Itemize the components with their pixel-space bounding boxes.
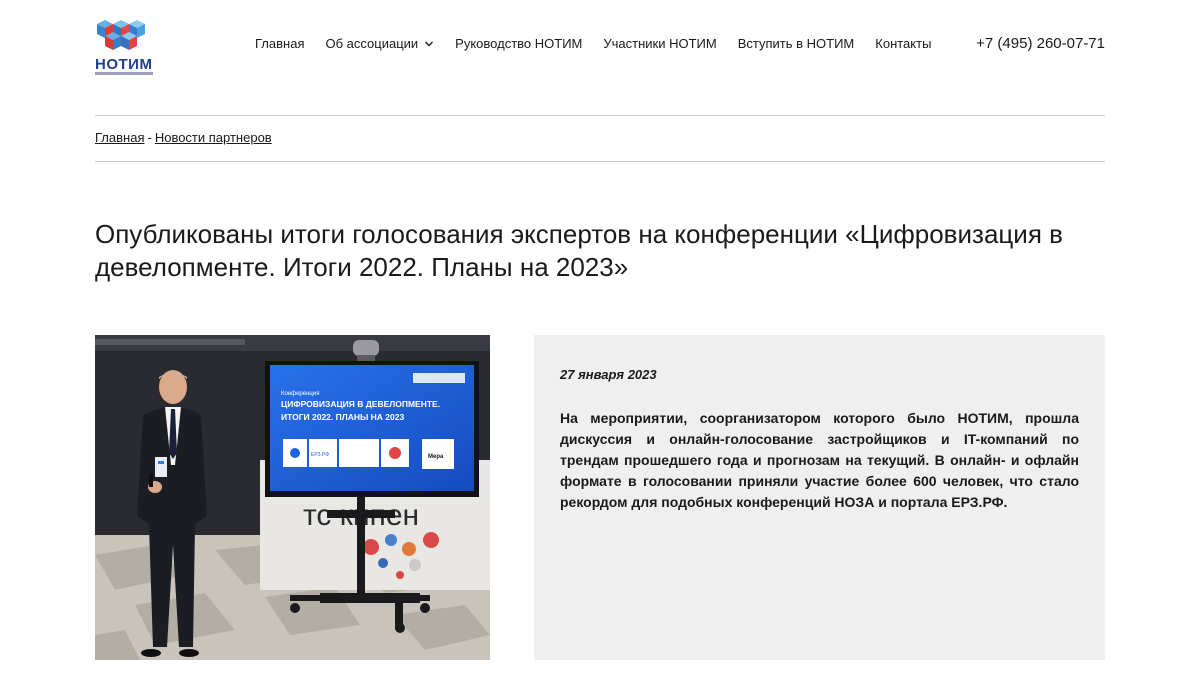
nav-item-label: Об ассоциации <box>325 36 419 51</box>
article-text: На мероприятии, соорганизатором которого… <box>560 410 1079 510</box>
breadcrumb-separator: - <box>147 130 152 145</box>
phone-link[interactable]: +7 (495) 260-07-71 <box>976 35 1105 52</box>
breadcrumb-home-link[interactable]: Главная <box>95 130 144 145</box>
article-card: 27 января 2023 На мероприятии, соорганиз… <box>534 335 1105 660</box>
screen-sponsor-2: Мера <box>428 454 444 460</box>
logo-underline <box>95 72 153 75</box>
conference-photo-image: тс кипен Конференция ЦИФРОВИЗАЦИЯ В ДЕВЕ… <box>95 335 490 660</box>
screen-label: Конференция <box>281 391 319 397</box>
nav-item-members[interactable]: Участники НОТИМ <box>603 36 716 51</box>
site-logo[interactable]: НОТИМ <box>95 16 155 75</box>
nav-item-leadership[interactable]: Руководство НОТИМ <box>455 36 582 51</box>
page-title: Опубликованы итоги голосования экспертов… <box>95 219 1063 282</box>
nav-item-about[interactable]: Об ассоциации <box>325 36 434 51</box>
logo-text: НОТИМ <box>95 56 153 73</box>
nav-item-label: Контакты <box>875 36 932 51</box>
screen-title-line-1: ЦИФРОВИЗАЦИЯ В ДЕВЕЛОПМЕНТЕ. <box>281 399 440 409</box>
site-header: НОТИМ Главная Об ассоциации Руководство … <box>95 12 1105 76</box>
screen-title-line-2: ИТОГИ 2022. ПЛАНЫ НА 2023 <box>281 412 404 422</box>
nav-item-home[interactable]: Главная <box>255 36 304 51</box>
article-date: 27 января 2023 <box>560 367 657 382</box>
main-nav: Главная Об ассоциации Руководство НОТИМ … <box>255 36 931 51</box>
nav-item-label: Участники НОТИМ <box>603 36 717 51</box>
nav-item-join[interactable]: Вступить в НОТИМ <box>738 36 855 51</box>
breadcrumb-current-link[interactable]: Новости партнеров <box>155 130 272 145</box>
nav-item-label: Руководство НОТИМ <box>455 36 583 51</box>
screen-sponsor-1: ЕРЗ.РФ <box>311 452 329 458</box>
nav-item-contacts[interactable]: Контакты <box>875 36 931 51</box>
cubes-logo-icon <box>97 20 145 50</box>
nav-item-label: Главная <box>255 36 305 51</box>
header-divider <box>95 115 1105 116</box>
article-photo: тс кипен Конференция ЦИФРОВИЗАЦИЯ В ДЕВЕ… <box>95 335 490 660</box>
breadcrumb-divider <box>95 161 1105 162</box>
nav-item-label: Вступить в НОТИМ <box>737 36 855 51</box>
chevron-down-icon <box>425 41 434 46</box>
breadcrumb: Главная - Новости партнеров <box>95 130 272 145</box>
